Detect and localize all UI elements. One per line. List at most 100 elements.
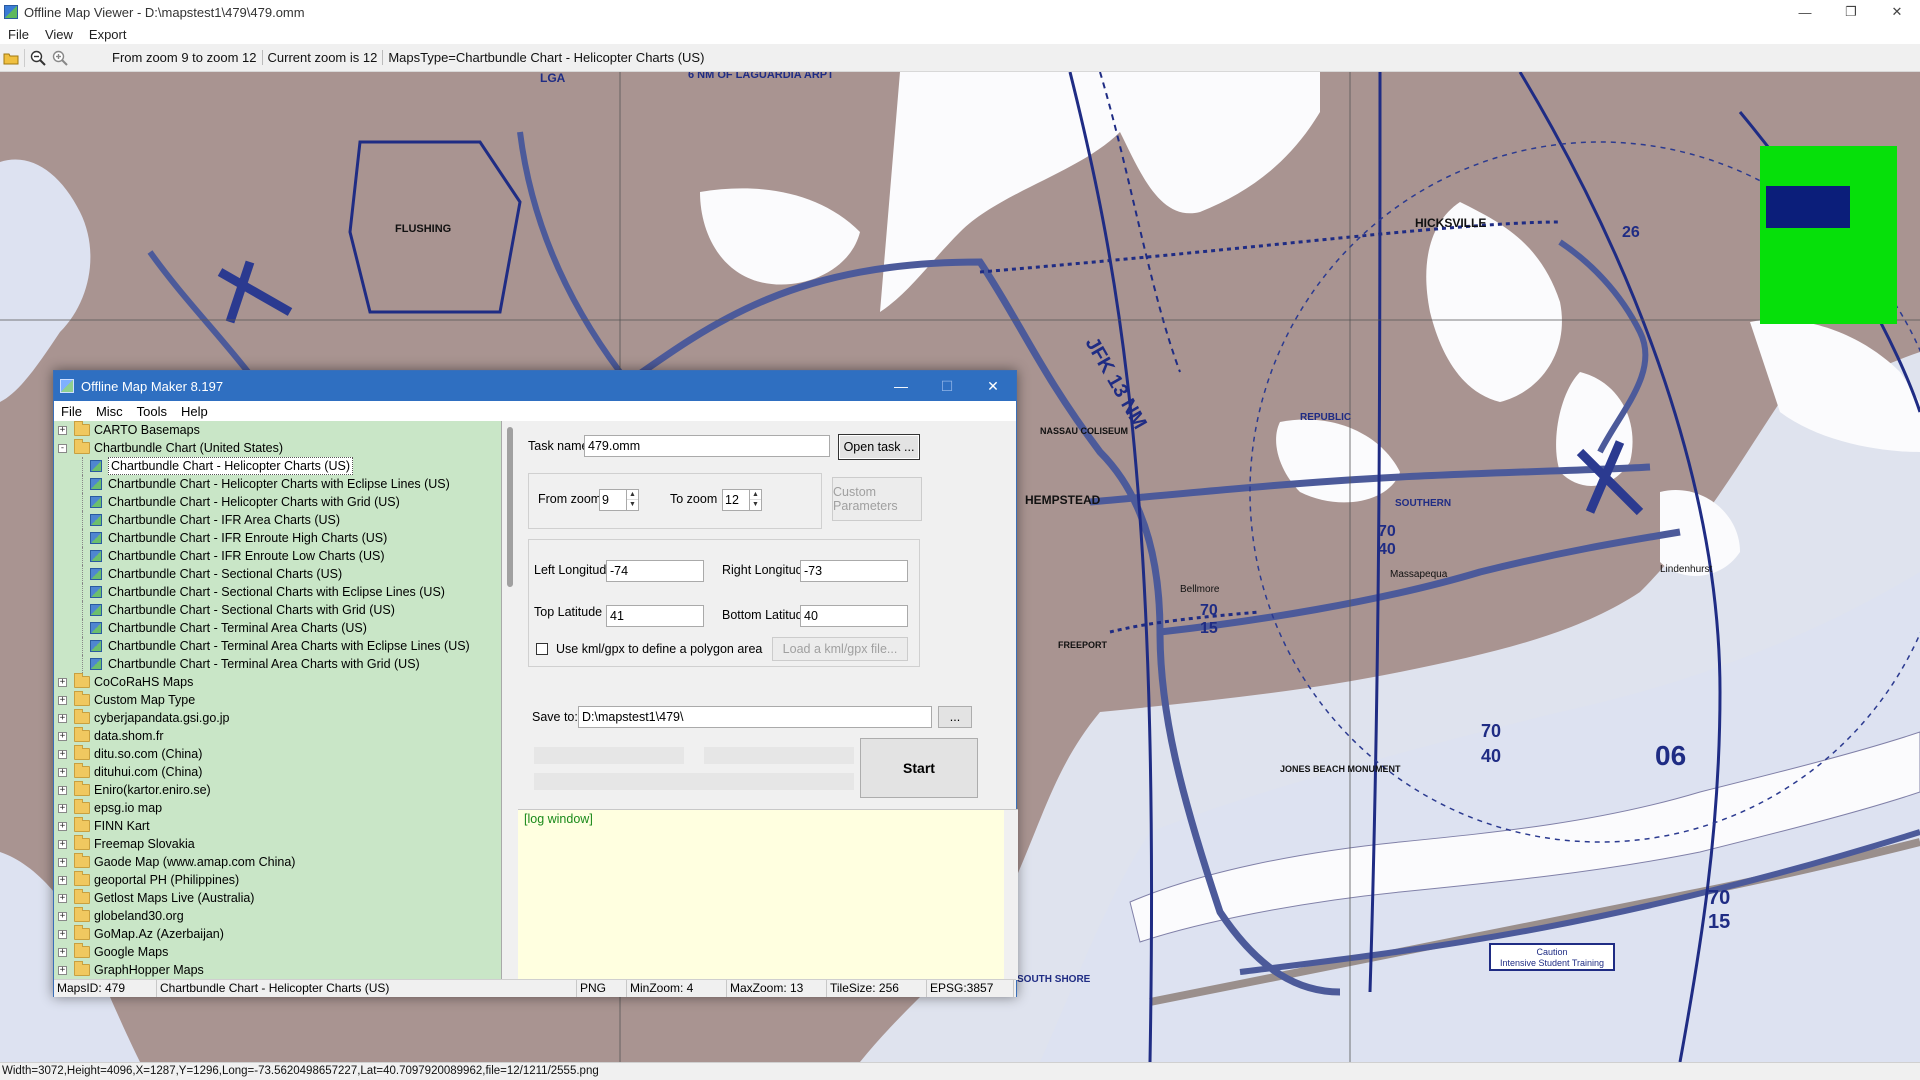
expand-icon[interactable]: + (58, 912, 67, 921)
tree-folder-item[interactable]: + data.shom.fr (54, 727, 501, 745)
expand-icon[interactable]: + (58, 732, 67, 741)
tree-folder-item[interactable]: + Gaode Map (www.amap.com China) (54, 853, 501, 871)
tree-folder-item[interactable]: + GoMap.Az (Azerbaijan) (54, 925, 501, 943)
tree-folder-item[interactable]: + CoCoRaHS Maps (54, 673, 501, 691)
map-label-jones-beach: JONES BEACH MONUMENT (1280, 764, 1401, 774)
spin-up-icon[interactable]: ▲ (627, 490, 638, 500)
open-task-button[interactable]: Open task ... (838, 434, 920, 460)
tree-map-item[interactable]: Chartbundle Chart - Sectional Charts wit… (54, 583, 501, 601)
dialog-menu-file[interactable]: File (54, 404, 89, 419)
restore-icon[interactable]: ❐ (1828, 0, 1874, 24)
start-button[interactable]: Start (860, 738, 978, 798)
dialog-window-controls: — ☐ ✕ (878, 371, 1016, 401)
tree-folder-item[interactable]: + GraphHopper Maps (54, 961, 501, 979)
expand-icon[interactable]: + (58, 876, 67, 885)
dialog-close-icon[interactable]: ✕ (970, 371, 1016, 401)
task-name-input[interactable]: 479.omm (584, 435, 830, 457)
to-zoom-stepper[interactable]: 12 ▲ ▼ (722, 489, 762, 511)
tree-folder-item[interactable]: + Eniro(kartor.eniro.se) (54, 781, 501, 799)
tree-map-item[interactable]: Chartbundle Chart - IFR Enroute High Cha… (54, 529, 501, 547)
minimize-icon[interactable]: — (1782, 0, 1828, 24)
expand-icon[interactable]: + (58, 786, 67, 795)
browse-button[interactable]: ... (938, 706, 972, 728)
tree-map-item[interactable]: Chartbundle Chart - Helicopter Charts wi… (54, 475, 501, 493)
top-latitude-input[interactable]: 41 (606, 605, 704, 627)
to-zoom-arrows[interactable]: ▲ ▼ (749, 490, 761, 510)
overview-minimap[interactable] (1760, 146, 1897, 324)
log-scrollbar[interactable] (1004, 810, 1018, 980)
spin-down-icon[interactable]: ▼ (750, 500, 761, 510)
zoom-out-icon[interactable] (27, 47, 49, 69)
menu-file[interactable]: File (0, 27, 37, 42)
status-maps-id: MapsID: 479 (54, 980, 157, 997)
tree-map-item[interactable]: Chartbundle Chart - IFR Area Charts (US) (54, 511, 501, 529)
tree-map-item[interactable]: Chartbundle Chart - Helicopter Charts (U… (54, 457, 501, 475)
tree-map-item[interactable]: Chartbundle Chart - Sectional Charts (US… (54, 565, 501, 583)
expand-icon[interactable]: + (58, 696, 67, 705)
tree-scroll-thumb[interactable] (507, 427, 513, 587)
expand-icon[interactable]: + (58, 714, 67, 723)
tree-folder-item[interactable]: - Chartbundle Chart (United States) (54, 439, 501, 457)
tree-map-item[interactable]: Chartbundle Chart - Terminal Area Charts… (54, 655, 501, 673)
expand-icon[interactable]: + (58, 930, 67, 939)
expand-icon[interactable]: + (58, 750, 67, 759)
spin-down-icon[interactable]: ▼ (627, 500, 638, 510)
expand-icon[interactable]: + (58, 948, 67, 957)
tree-folder-item[interactable]: + Google Maps (54, 943, 501, 961)
close-icon[interactable]: ✕ (1874, 0, 1920, 24)
map-layer-icon (90, 658, 102, 670)
spin-up-icon[interactable]: ▲ (750, 490, 761, 500)
expand-icon[interactable]: + (58, 768, 67, 777)
menu-view[interactable]: View (37, 27, 81, 42)
tree-guide-line (82, 619, 83, 637)
tree-scrollbar[interactable] (502, 421, 518, 979)
tree-folder-item[interactable]: + epsg.io map (54, 799, 501, 817)
expand-icon[interactable]: + (58, 840, 67, 849)
expand-icon[interactable]: + (58, 858, 67, 867)
expand-icon[interactable]: + (58, 822, 67, 831)
tree-folder-item[interactable]: + globeland30.org (54, 907, 501, 925)
dialog-menu-help[interactable]: Help (174, 404, 215, 419)
expand-icon[interactable]: + (58, 894, 67, 903)
from-zoom-stepper[interactable]: 9 ▲ ▼ (599, 489, 639, 511)
open-folder-icon[interactable] (0, 47, 22, 69)
menu-export[interactable]: Export (81, 27, 135, 42)
right-longitude-input[interactable]: -73 (800, 560, 908, 582)
left-longitude-input[interactable]: -74 (606, 560, 704, 582)
tree-folder-item[interactable]: + dituhui.com (China) (54, 763, 501, 781)
dialog-menu-tools[interactable]: Tools (130, 404, 174, 419)
tree-map-item[interactable]: Chartbundle Chart - IFR Enroute Low Char… (54, 547, 501, 565)
tree-map-item[interactable]: Chartbundle Chart - Terminal Area Charts… (54, 619, 501, 637)
tree-item-label: GraphHopper Maps (94, 963, 204, 977)
tree-folder-item[interactable]: + Freemap Slovakia (54, 835, 501, 853)
zoom-in-icon[interactable] (49, 47, 71, 69)
tree-map-item[interactable]: Chartbundle Chart - Terminal Area Charts… (54, 637, 501, 655)
tree-folder-item[interactable]: + geoportal PH (Philippines) (54, 871, 501, 889)
expand-icon[interactable]: + (58, 804, 67, 813)
tree-folder-item[interactable]: + CARTO Basemaps (54, 421, 501, 439)
expand-icon[interactable]: + (58, 426, 67, 435)
dialog-minimize-icon[interactable]: — (878, 371, 924, 401)
tree-folder-item[interactable]: + Custom Map Type (54, 691, 501, 709)
kml-checkbox[interactable] (536, 643, 548, 655)
tree-folder-item[interactable]: + Getlost Maps Live (Australia) (54, 889, 501, 907)
bottom-latitude-input[interactable]: 40 (800, 605, 908, 627)
from-zoom-arrows[interactable]: ▲ ▼ (626, 490, 638, 510)
status-map-name: Chartbundle Chart - Helicopter Charts (U… (157, 980, 577, 997)
tree-map-item[interactable]: Chartbundle Chart - Helicopter Charts wi… (54, 493, 501, 511)
save-to-input[interactable]: D:\mapstest1\479\ (578, 706, 932, 728)
expand-icon[interactable]: + (58, 678, 67, 687)
minimap-viewport[interactable] (1766, 186, 1850, 228)
to-zoom-label: To zoom (670, 492, 718, 506)
dialog-menu-misc[interactable]: Misc (89, 404, 130, 419)
collapse-icon[interactable]: - (58, 444, 67, 453)
log-window[interactable]: [log window] (518, 809, 1018, 980)
dialog-titlebar: Offline Map Maker 8.197 — ☐ ✕ (54, 371, 1016, 401)
tree-map-item[interactable]: Chartbundle Chart - Sectional Charts wit… (54, 601, 501, 619)
map-source-tree[interactable]: + CARTO Basemaps - Chartbundle Chart (Unite… (54, 421, 502, 979)
expand-icon[interactable]: + (58, 966, 67, 975)
tree-folder-item[interactable]: + FINN Kart (54, 817, 501, 835)
tree-folder-item[interactable]: + cyberjapandata.gsi.go.jp (54, 709, 501, 727)
tree-folder-item[interactable]: + ditu.so.com (China) (54, 745, 501, 763)
folder-open-icon (74, 439, 90, 454)
